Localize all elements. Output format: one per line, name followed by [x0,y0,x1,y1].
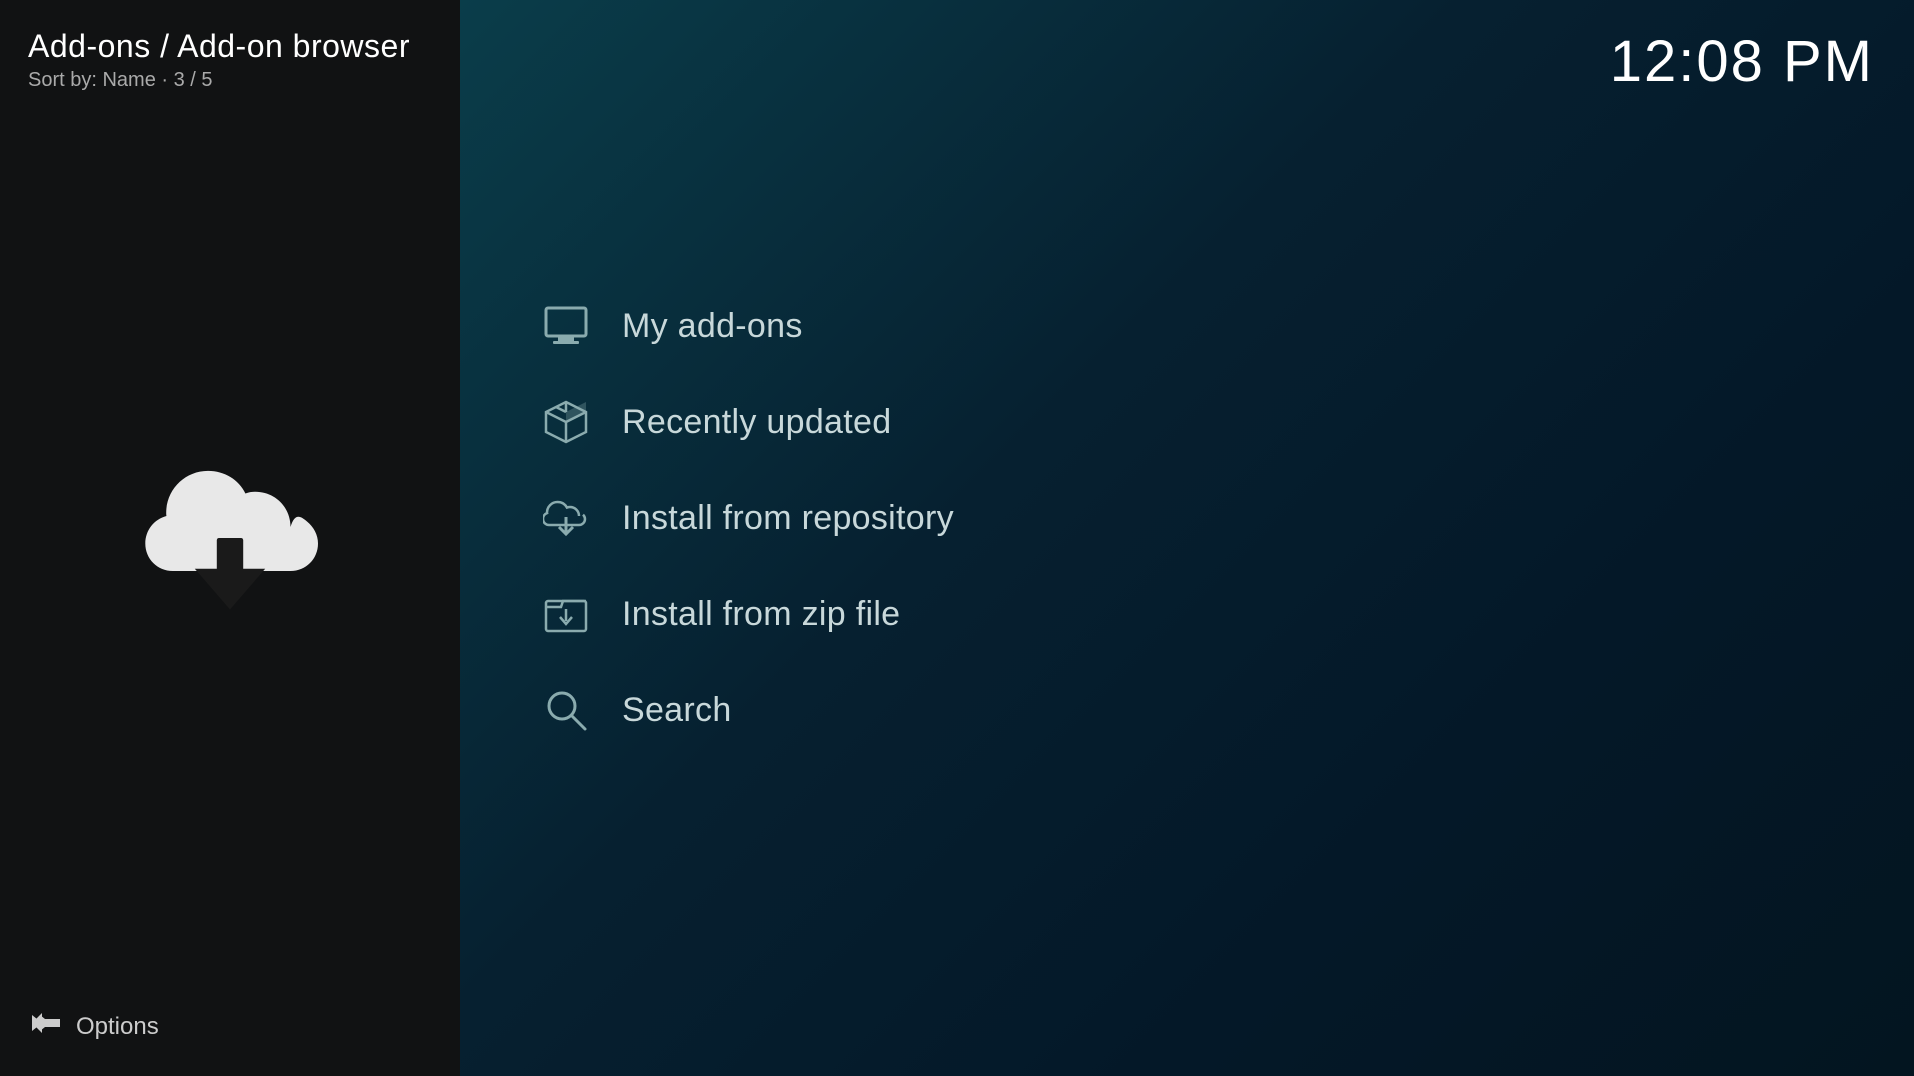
clock: 12:08 PM [1610,28,1874,95]
sidebar-header: Add-ons / Add-on browser Sort by: Name ·… [28,28,410,92]
my-addons-label: My add-ons [622,307,803,346]
monitor-icon [540,300,592,352]
search-label: Search [622,691,732,730]
menu-item-search[interactable]: Search [520,666,1854,754]
cloud-download-small-icon [540,492,592,544]
install-from-repository-label: Install from repository [622,499,954,538]
menu-item-install-from-zip[interactable]: Install from zip file [520,570,1854,658]
menu-item-recently-updated[interactable]: Recently updated [520,378,1854,466]
page-title: Add-ons / Add-on browser [28,28,410,65]
search-icon [540,684,592,736]
addon-browser-icon [110,418,350,658]
box-icon [540,396,592,448]
options-button[interactable]: Options [28,1005,159,1048]
zip-icon [540,588,592,640]
sidebar: Add-ons / Add-on browser Sort by: Name ·… [0,0,460,1076]
main-content: 12:08 PM My add-ons [460,0,1914,1076]
menu-item-my-addons[interactable]: My add-ons [520,282,1854,370]
page-subtitle: Sort by: Name · 3 / 5 [28,69,410,92]
recently-updated-label: Recently updated [622,403,891,442]
menu-list: My add-ons Recently updated [520,0,1854,1056]
install-from-zip-label: Install from zip file [622,595,900,634]
options-arrow-icon [28,1005,64,1048]
options-label: Options [76,1013,159,1041]
menu-item-install-from-repository[interactable]: Install from repository [520,474,1854,562]
